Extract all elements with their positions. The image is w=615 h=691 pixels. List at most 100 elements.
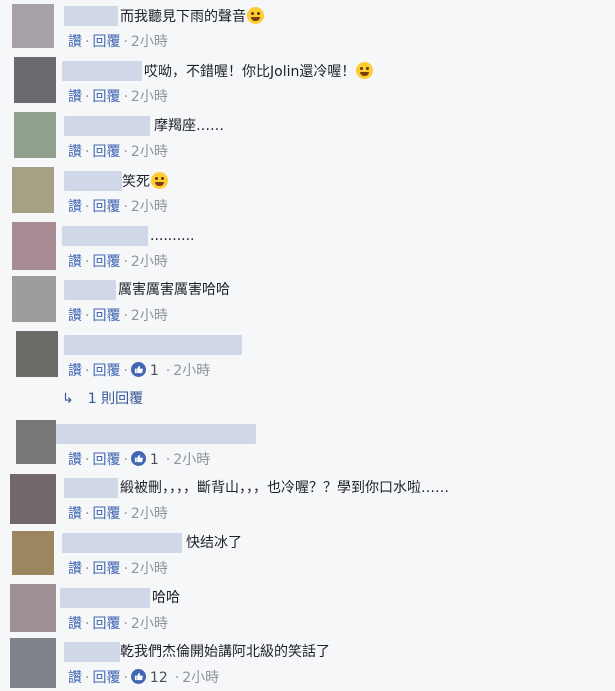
timestamp[interactable]: 2小時 [131, 34, 168, 50]
commenter-name-redacted[interactable] [60, 588, 150, 608]
view-replies-label[interactable]: 1 則回覆 [88, 391, 143, 407]
comment-actions: 讚 · 回覆 · 2小時 [68, 198, 168, 217]
separator-dot: · [123, 254, 128, 270]
comment-text-content: 摩羯座…… [154, 118, 224, 134]
reply-button[interactable]: 回覆 [92, 452, 120, 468]
reply-button[interactable]: 回覆 [92, 144, 120, 160]
avatar[interactable] [16, 331, 58, 377]
commenter-name-redacted[interactable] [62, 226, 148, 246]
comment-item: .......... 讚 · 回覆 · 2小時 [0, 222, 615, 278]
avatar[interactable] [10, 474, 56, 524]
avatar[interactable] [14, 112, 56, 158]
reaction-summary[interactable]: 1 [130, 362, 163, 379]
avatar[interactable] [10, 584, 56, 632]
grinning-sweat-emoji-icon [247, 7, 264, 24]
emoji-mouth [360, 72, 370, 76]
reply-button[interactable]: 回覆 [92, 34, 120, 50]
commenter-name-redacted[interactable] [64, 116, 150, 136]
like-button[interactable]: 讚 [68, 34, 82, 50]
comment-text: 哎呦，不錯喔！你比Jolin還冷喔！ [144, 62, 374, 82]
reaction-summary[interactable]: 1 [130, 451, 163, 468]
reply-button[interactable]: 回覆 [92, 199, 120, 215]
avatar[interactable] [14, 57, 56, 103]
comment-text: 而我聽見下雨的聲音 [120, 7, 264, 27]
commenter-name-redacted[interactable] [64, 280, 116, 300]
avatar[interactable] [16, 420, 56, 464]
timestamp[interactable]: 2小時 [182, 670, 219, 686]
avatar[interactable] [12, 167, 54, 213]
timestamp[interactable]: 2小時 [131, 254, 168, 270]
like-button[interactable]: 讚 [68, 254, 82, 270]
separator-dot: · [123, 199, 128, 215]
timestamp[interactable]: 2小時 [131, 506, 168, 522]
like-button[interactable]: 讚 [68, 199, 82, 215]
like-count: 12 [149, 670, 168, 686]
comment-actions: 讚 · 回覆 · 2小時 [68, 307, 168, 326]
comment-actions: 讚 · 回覆 · 12 · 2小時 [68, 669, 219, 688]
comment-item: 而我聽見下雨的聲音讚 · 回覆 · 2小時 [0, 2, 615, 58]
reply-button[interactable]: 回覆 [92, 308, 120, 324]
tears-of-joy-emoji-icon [151, 172, 168, 189]
comment-text-content: 乾我們杰倫開始講阿北級的笑話了 [120, 644, 330, 660]
commenter-name-redacted[interactable] [56, 424, 256, 444]
separator-dot: · [123, 308, 128, 324]
comment-item: 快结冰了讚 · 回覆 · 2小時 [0, 529, 615, 585]
reply-button[interactable]: 回覆 [92, 254, 120, 270]
reply-arrow-icon: ↳ [62, 391, 74, 407]
like-button[interactable]: 讚 [68, 144, 82, 160]
separator-dot: · [85, 308, 90, 324]
separator-dot: · [123, 144, 128, 160]
avatar[interactable] [12, 4, 54, 48]
commenter-name-redacted[interactable] [62, 533, 182, 553]
timestamp[interactable]: 2小時 [131, 308, 168, 324]
reply-button[interactable]: 回覆 [92, 506, 120, 522]
avatar[interactable] [12, 531, 54, 575]
like-button[interactable]: 讚 [68, 363, 82, 379]
comment-text-content: 而我聽見下雨的聲音 [120, 9, 246, 25]
separator-dot: · [123, 670, 128, 686]
timestamp[interactable]: 2小時 [173, 452, 210, 468]
reaction-summary[interactable]: 12 [130, 669, 172, 686]
commenter-name-redacted[interactable] [64, 6, 118, 26]
reply-button[interactable]: 回覆 [92, 363, 120, 379]
separator-dot: · [123, 616, 128, 632]
commenter-name-redacted[interactable] [64, 642, 120, 662]
timestamp[interactable]: 2小時 [131, 89, 168, 105]
separator-dot: · [85, 89, 90, 105]
like-button[interactable]: 讚 [68, 616, 82, 632]
like-button[interactable]: 讚 [68, 561, 82, 577]
like-reaction-icon [130, 362, 146, 377]
comment-actions: 讚 · 回覆 · 2小時 [68, 505, 168, 524]
timestamp[interactable]: 2小時 [131, 616, 168, 632]
timestamp[interactable]: 2小時 [131, 561, 168, 577]
like-button[interactable]: 讚 [68, 506, 82, 522]
avatar[interactable] [12, 222, 56, 270]
reply-button[interactable]: 回覆 [92, 561, 120, 577]
separator-dot: · [85, 561, 90, 577]
commenter-name-redacted[interactable] [64, 335, 242, 355]
timestamp[interactable]: 2小時 [131, 199, 168, 215]
avatar[interactable] [10, 638, 56, 688]
reply-button[interactable]: 回覆 [92, 616, 120, 632]
avatar[interactable] [12, 276, 56, 322]
commenter-name-redacted[interactable] [62, 61, 142, 81]
view-replies-link[interactable]: ↳ 1 則回覆 [62, 389, 143, 409]
comment-item: 摩羯座…… 讚 · 回覆 · 2小時 [0, 112, 615, 168]
commenter-name-redacted[interactable] [64, 171, 122, 191]
like-button[interactable]: 讚 [68, 89, 82, 105]
comment-text: 厲害厲害厲害哈哈 [118, 281, 230, 300]
like-button[interactable]: 讚 [68, 452, 82, 468]
comment-item: 笑死讚 · 回覆 · 2小時 [0, 167, 615, 223]
comment-text-content: 厲害厲害厲害哈哈 [118, 282, 230, 298]
winking-tongue-emoji-icon [356, 62, 374, 79]
like-button[interactable]: 讚 [68, 308, 82, 324]
comment-actions: 讚 · 回覆 · 2小時 [68, 88, 168, 107]
comment-actions: 讚 · 回覆 · 1 · 2小時 [68, 362, 210, 381]
comment-item: 緞被刪，，，，斷背山，，，也冷喔？？學到你口水啦…… 讚 · 回覆 · 2小時 [0, 474, 615, 530]
timestamp[interactable]: 2小時 [173, 363, 210, 379]
reply-button[interactable]: 回覆 [92, 89, 120, 105]
timestamp[interactable]: 2小時 [131, 144, 168, 160]
commenter-name-redacted[interactable] [64, 478, 118, 498]
like-button[interactable]: 讚 [68, 670, 82, 686]
reply-button[interactable]: 回覆 [92, 670, 120, 686]
